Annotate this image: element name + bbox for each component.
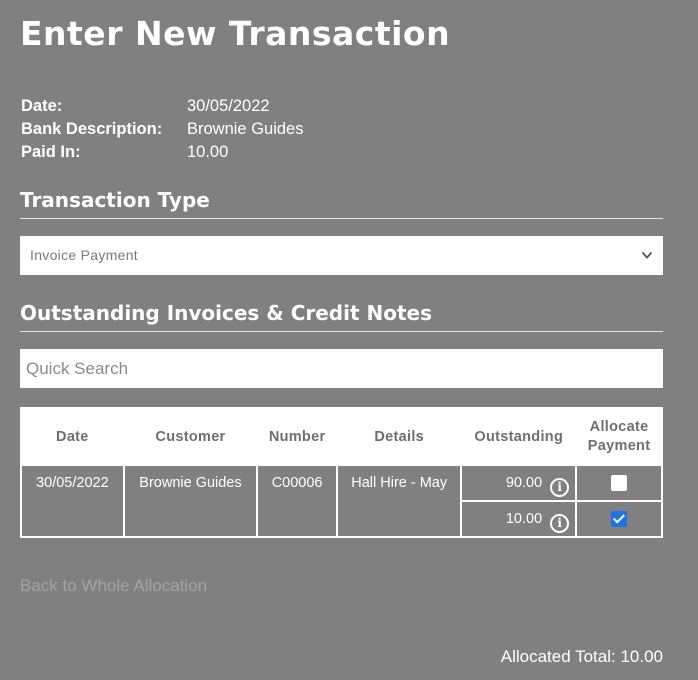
allocate-header-line1: Allocate — [589, 418, 649, 435]
outstanding-amount-1: 90.00 — [505, 475, 543, 491]
col-header-date[interactable]: Date — [20, 407, 125, 466]
allocate-header-line2: Payment — [587, 437, 651, 454]
info-row-paid-in: Paid In: 10.00 — [21, 141, 303, 164]
info-icon[interactable]: i — [550, 514, 570, 533]
info-row-description: Bank Description: Brownie Guides — [21, 118, 303, 141]
date-value: 30/05/2022 — [187, 97, 270, 115]
transaction-type-selected-value: Invoice Payment — [30, 247, 138, 263]
col-header-allocate-payment[interactable]: Allocate Payment — [575, 407, 663, 466]
outstanding-table: Date Customer Number Details Outstanding… — [20, 407, 663, 538]
paid-in-value: 10.00 — [187, 143, 229, 161]
transaction-type-heading: Transaction Type — [20, 188, 663, 219]
col-header-outstanding[interactable]: Outstanding — [460, 407, 578, 466]
date-label: Date: — [21, 97, 63, 115]
bank-description-label: Bank Description: — [21, 120, 163, 138]
paid-in-label: Paid In: — [21, 143, 81, 161]
quick-search-input[interactable] — [20, 349, 663, 388]
info-icon[interactable]: i — [550, 478, 570, 497]
row-allocate-1 — [575, 464, 663, 502]
row-allocate-2 — [575, 500, 663, 538]
transaction-info: Date: 30/05/2022 Bank Description: Brown… — [21, 95, 303, 164]
info-row-date: Date: 30/05/2022 — [21, 95, 303, 118]
row-outstanding-1: 90.00 i — [460, 464, 578, 502]
back-to-whole-allocation-link[interactable]: Back to Whole Allocation — [20, 576, 207, 596]
row-number: C00006 — [256, 464, 339, 538]
page-title: Enter New Transaction — [20, 14, 451, 53]
chevron-down-icon — [641, 251, 653, 259]
table-row: 30/05/2022 Brownie Guides C00006 Hall Hi… — [20, 464, 663, 538]
outstanding-amount-2: 10.00 — [505, 511, 543, 527]
row-outstanding-2: 10.00 i — [460, 500, 578, 538]
table-header-row: Date Customer Number Details Outstanding… — [20, 407, 663, 466]
allocated-total: Allocated Total: 10.00 — [500, 647, 663, 666]
allocate-checkbox-2[interactable] — [611, 511, 628, 528]
col-header-number[interactable]: Number — [256, 407, 339, 466]
row-customer: Brownie Guides — [122, 464, 259, 538]
transaction-type-select[interactable]: Invoice Payment — [20, 236, 663, 275]
row-details: Hall Hire - May — [336, 464, 463, 538]
row-date: 30/05/2022 — [20, 464, 125, 538]
col-header-details[interactable]: Details — [336, 407, 463, 466]
bank-description-value: Brownie Guides — [187, 120, 304, 138]
col-header-customer[interactable]: Customer — [122, 407, 259, 466]
outstanding-heading: Outstanding Invoices & Credit Notes — [20, 301, 663, 332]
allocate-checkbox-1[interactable] — [611, 475, 628, 492]
page: Enter New Transaction Date: 30/05/2022 B… — [0, 0, 698, 680]
